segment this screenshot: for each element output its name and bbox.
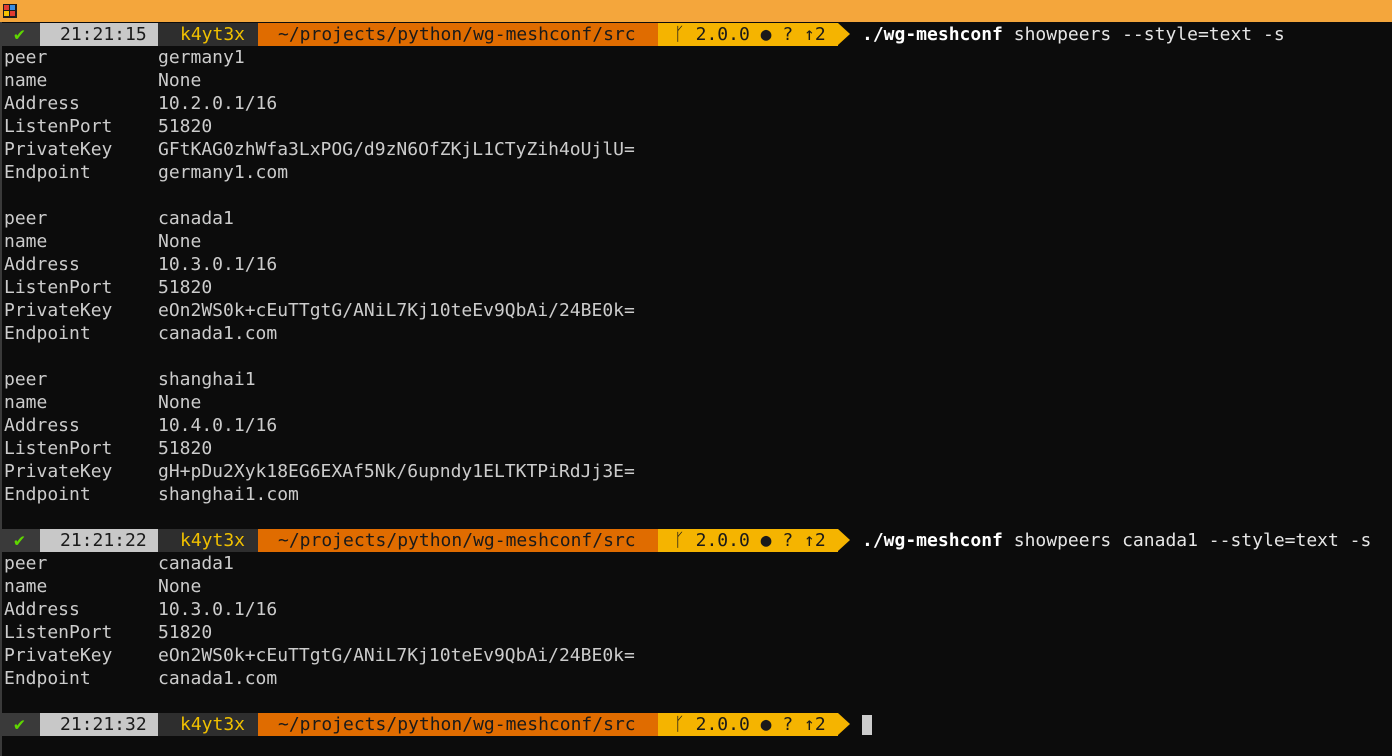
- output-value: eOn2WS0k+cEuTTgtG/ANiL7Kj10teEv9QbAi/24B…: [158, 645, 635, 666]
- output-value: canada1.com: [158, 323, 278, 344]
- prompt-line: ✔ 21:21:15 k4yt3x ~/projects/python/wg-m…: [2, 23, 1392, 46]
- output-value: None: [158, 392, 202, 413]
- output-key: PrivateKey: [4, 300, 113, 321]
- output-value: gH+pDu2Xyk18EG6EXAf5Nk/6upndy1ELTKTPiRdJ…: [158, 461, 635, 482]
- output-value: None: [158, 576, 202, 597]
- output-value: None: [158, 70, 202, 91]
- output-key: PrivateKey: [4, 139, 113, 160]
- output-key: ListenPort: [4, 622, 113, 643]
- prompt-path: ~/projects/python/wg-meshconf/src: [258, 23, 658, 46]
- status-ok-icon: ✔: [2, 529, 40, 552]
- output-value: 10.3.0.1/16: [158, 254, 278, 275]
- output-value: canada1.com: [158, 668, 278, 689]
- output-key: ListenPort: [4, 277, 113, 298]
- prompt-git-status: ᚴ 2.0.0 ● ? ↑2: [658, 529, 838, 552]
- command-text: ./wg-meshconf showpeers canada1 --style=…: [862, 530, 1372, 551]
- prompt-line: ✔ 21:21:22 k4yt3x ~/projects/python/wg-m…: [2, 529, 1392, 552]
- output-key: PrivateKey: [4, 461, 113, 482]
- output-key: peer: [4, 208, 48, 229]
- output-key: Address: [4, 254, 80, 275]
- output-value: GFtKAG0zhWfa3LxPOG/d9zN6OfZKjL1CTyZih4oU…: [158, 139, 635, 160]
- window-titlebar: [0, 0, 1392, 22]
- output-value: 10.4.0.1/16: [158, 415, 278, 436]
- prompt-user: k4yt3x: [158, 23, 258, 46]
- status-ok-icon: ✔: [2, 23, 40, 46]
- prompt-git-status: ᚴ 2.0.0 ● ? ↑2: [658, 713, 838, 736]
- prompt-time: 21:21:15: [40, 23, 158, 46]
- output-key: Endpoint: [4, 323, 91, 344]
- status-ok-icon: ✔: [2, 713, 40, 736]
- output-value: eOn2WS0k+cEuTTgtG/ANiL7Kj10teEv9QbAi/24B…: [158, 300, 635, 321]
- command-text: ./wg-meshconf showpeers --style=text -s: [862, 24, 1285, 45]
- output-key: Address: [4, 599, 80, 620]
- output-key: ListenPort: [4, 438, 113, 459]
- output-key: Endpoint: [4, 162, 91, 183]
- output-value: shanghai1.com: [158, 484, 299, 505]
- output-value: 51820: [158, 438, 213, 459]
- output-value: 51820: [158, 277, 213, 298]
- output-value: 51820: [158, 116, 213, 137]
- output-value: None: [158, 231, 202, 252]
- output-value: 51820: [158, 622, 213, 643]
- output-key: peer: [4, 553, 48, 574]
- output-key: PrivateKey: [4, 645, 113, 666]
- output-value: 10.3.0.1/16: [158, 599, 278, 620]
- output-key: name: [4, 576, 48, 597]
- output-value: canada1: [158, 553, 234, 574]
- prompt-git-status: ᚴ 2.0.0 ● ? ↑2: [658, 23, 838, 46]
- prompt-time: 21:21:32: [40, 713, 158, 736]
- output-value: germany1: [158, 47, 245, 68]
- prompt-user: k4yt3x: [158, 529, 258, 552]
- prompt-path: ~/projects/python/wg-meshconf/src: [258, 529, 658, 552]
- output-key: ListenPort: [4, 116, 113, 137]
- output-key: name: [4, 392, 48, 413]
- prompt-time: 21:21:22: [40, 529, 158, 552]
- text-cursor[interactable]: [862, 715, 872, 735]
- output-key: Endpoint: [4, 668, 91, 689]
- output-value: shanghai1: [158, 369, 256, 390]
- output-key: Endpoint: [4, 484, 91, 505]
- output-key: name: [4, 70, 48, 91]
- output-value: canada1: [158, 208, 234, 229]
- output-key: name: [4, 231, 48, 252]
- output-value: 10.2.0.1/16: [158, 93, 278, 114]
- prompt-line: ✔ 21:21:32 k4yt3x ~/projects/python/wg-m…: [2, 713, 1392, 736]
- output-key: peer: [4, 369, 48, 390]
- terminal-app-icon[interactable]: [3, 4, 17, 18]
- prompt-user: k4yt3x: [158, 713, 258, 736]
- output-key: peer: [4, 47, 48, 68]
- output-value: germany1.com: [158, 162, 289, 183]
- prompt-path: ~/projects/python/wg-meshconf/src: [258, 713, 658, 736]
- output-key: Address: [4, 415, 80, 436]
- output-key: Address: [4, 93, 80, 114]
- terminal-output[interactable]: ✔ 21:21:15 k4yt3x ~/projects/python/wg-m…: [0, 22, 1392, 756]
